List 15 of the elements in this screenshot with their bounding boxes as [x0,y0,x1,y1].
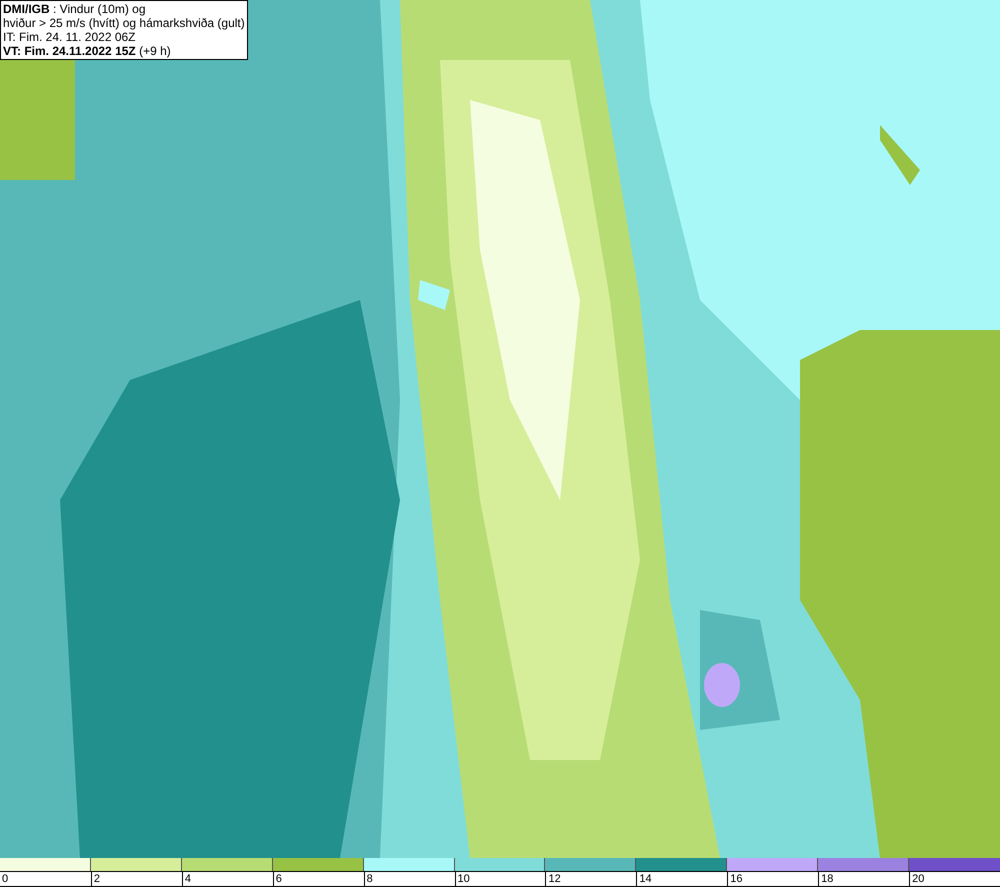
legend-label: 4 [184,872,191,886]
legend-label: 6 [274,872,282,886]
legend-label: 2 [92,872,100,886]
legend-label: 16 [729,872,743,886]
title-line: VT: Fim. 24.11.2022 15Z (+9 h) [3,44,172,58]
legend-label: 0 [1,872,8,886]
title-line: hviður > 25 m/s (hvítt) og hámarkshviða (gult) [3,16,245,30]
title-line: DMI/IGB : Vindur (10m) og [3,2,146,16]
legend-label: 12 [547,872,561,886]
legend-label: 14 [638,872,652,886]
legend-label: 10 [456,872,470,886]
legend-label: 20 [911,872,924,886]
legend-label: 8 [366,872,373,886]
legend-label: 18 [820,872,834,886]
title-line: IT: Fim. 24. 11. 2022 06Z [3,30,137,44]
